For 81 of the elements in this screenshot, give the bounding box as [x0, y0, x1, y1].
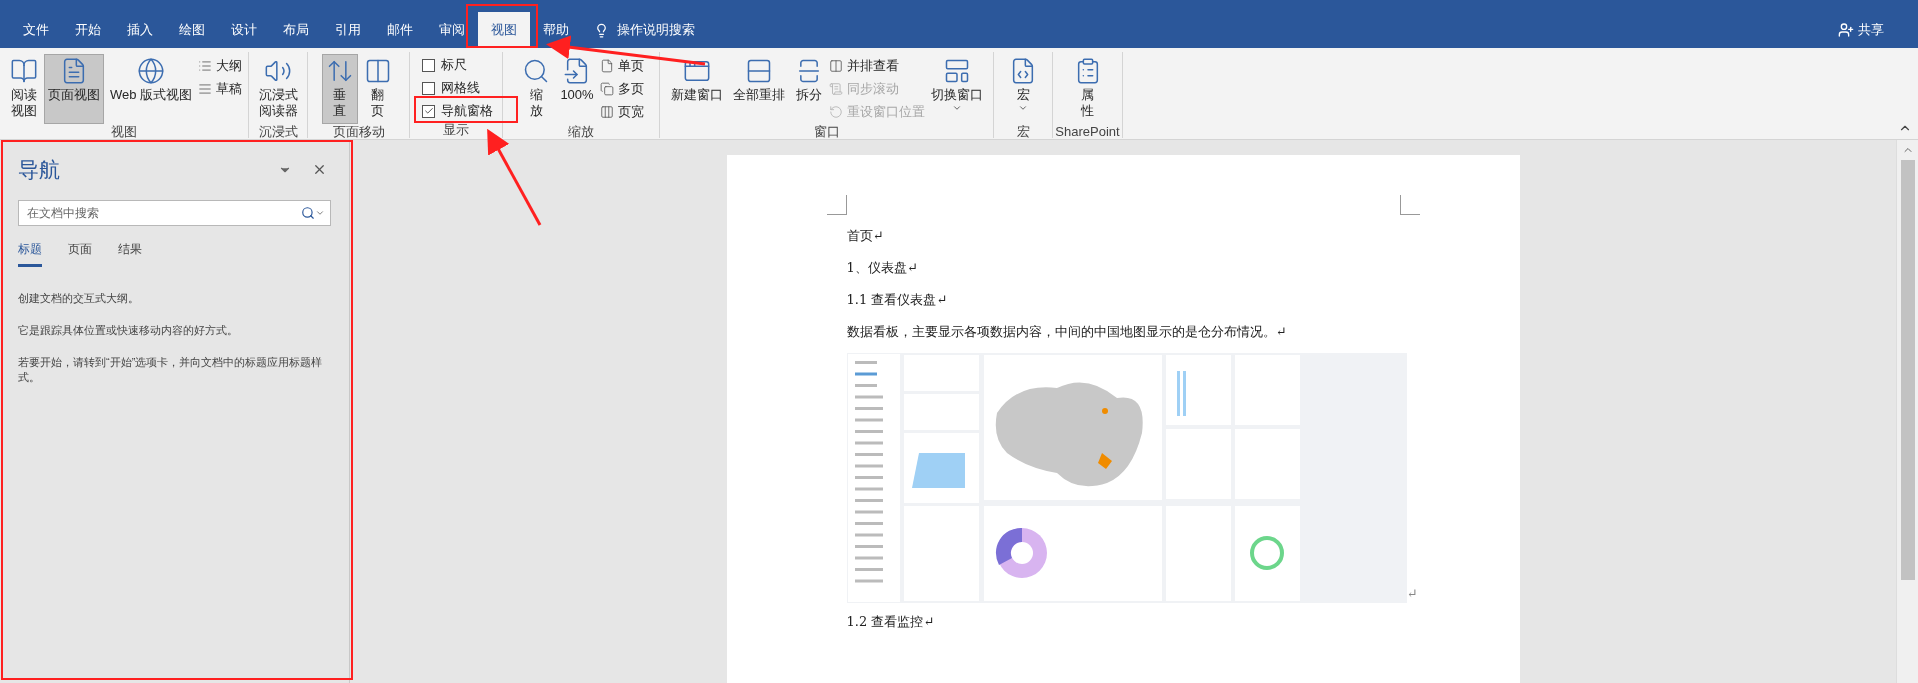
- ribbon-button[interactable]: 缩 放: [518, 54, 555, 124]
- lines-icon: [198, 81, 213, 96]
- help-text: 创建文档的交互式大纲。: [18, 290, 140, 306]
- columns-icon: [599, 104, 614, 119]
- ribbon-tab[interactable]: 设计: [218, 12, 270, 48]
- lightbulb-icon: [594, 22, 609, 38]
- reset-icon: [828, 104, 843, 119]
- margin-corner-mark: [826, 195, 847, 215]
- document-paragraph: 1、仪表盘↵: [846, 259, 919, 277]
- ribbon-button[interactable]: 属 性: [1069, 54, 1106, 124]
- help-text: 它是跟踪具体位置或快速移动内容的好方式。: [18, 322, 239, 338]
- group-label: 宏: [1015, 124, 1031, 140]
- paragraph-mark: ↵: [1406, 584, 1418, 603]
- ribbon-tab[interactable]: 视图: [478, 12, 530, 48]
- checkbox[interactable]: [422, 81, 435, 95]
- ribbon-button[interactable]: 宏: [1005, 54, 1041, 124]
- ribbon-button[interactable]: 切换窗口: [926, 54, 987, 124]
- ribbon-button[interactable]: 全部重排: [728, 54, 789, 124]
- ribbon-button[interactable]: 垂 直: [321, 54, 358, 124]
- pane-tab[interactable]: 页面: [68, 239, 92, 267]
- group-label: SharePoint: [1054, 124, 1121, 140]
- ribbon-tab[interactable]: 开始: [62, 12, 114, 48]
- ribbon-checkbox[interactable]: 导航窗格: [422, 101, 493, 121]
- ribbon-button[interactable]: 页面视图: [43, 54, 104, 124]
- group-label: 缩放: [567, 124, 595, 140]
- highlight-frame: [466, 4, 538, 48]
- search-icon[interactable]: [301, 205, 315, 220]
- ribbon-button[interactable]: Web 版式视图: [105, 54, 197, 124]
- pane-title: 导航: [18, 157, 60, 183]
- ribbon-small-button[interactable]: 并排查看: [828, 54, 925, 77]
- ribbon-button[interactable]: 100%: [556, 54, 598, 124]
- document-paragraph: 首页↵: [846, 227, 885, 245]
- ribbon-small-button[interactable]: 多页: [599, 77, 644, 100]
- margin-corner-mark: [1399, 195, 1420, 215]
- caret-icon: [1018, 103, 1028, 113]
- help-text: 若要开始，请转到“开始”选项卡，并向文档中的标题应用标题样式。: [18, 354, 324, 385]
- list-icon: [198, 58, 213, 73]
- page-icon: [599, 58, 614, 73]
- group-label: 沉浸式: [257, 124, 299, 140]
- pages-icon: [599, 81, 614, 96]
- ribbon-tab[interactable]: 邮件: [374, 12, 426, 48]
- checkmark-icon: [423, 106, 434, 116]
- ribbon-button[interactable]: 阅读 视图: [5, 54, 42, 124]
- ribbon-small-button[interactable]: 大纲: [198, 54, 243, 77]
- ribbon-button[interactable]: 拆分: [790, 54, 827, 124]
- group-label: 视图: [110, 124, 138, 140]
- group-label: 显示: [442, 122, 470, 138]
- document-paragraph: 1.2 查看监控↵: [846, 613, 936, 631]
- pane-tab[interactable]: 标题: [18, 239, 42, 267]
- ribbon-tab[interactable]: 引用: [322, 12, 374, 48]
- vertical-scrollbar[interactable]: [1896, 140, 1918, 683]
- pane-tab[interactable]: 结果: [118, 239, 142, 267]
- ribbon-tab[interactable]: 插入: [114, 12, 166, 48]
- group-label: 页面移动: [331, 124, 386, 140]
- search-field[interactable]: 在文档中搜索: [18, 199, 331, 226]
- ribbon-tab[interactable]: 帮助: [530, 12, 582, 48]
- ribbon-tab[interactable]: 绘图: [166, 12, 218, 48]
- ribbon-button[interactable]: 翻 页: [359, 54, 396, 124]
- ribbon-checkbox[interactable]: 网格线: [422, 78, 480, 98]
- globe-icon: [137, 57, 165, 85]
- ribbon-small-button[interactable]: 页宽: [599, 100, 644, 123]
- scroll-icon: [828, 81, 843, 96]
- document-paragraph: 1.1 查看仪表盘↵: [846, 291, 949, 309]
- tell-me-search[interactable]: 操作说明搜索: [582, 12, 707, 48]
- ribbon-checkbox[interactable]: 标尺: [422, 55, 467, 75]
- ribbon-button[interactable]: 沉浸式 阅读器: [254, 54, 302, 124]
- group-label: 窗口: [812, 124, 841, 140]
- checkbox[interactable]: [422, 58, 435, 72]
- share-button[interactable]: 共享: [1822, 12, 1900, 48]
- document-paragraph: 数据看板，主要显示各项数据内容，中间的中国地图显示的是仓分布情况。↵: [846, 323, 1288, 341]
- user-plus-icon: [1838, 22, 1854, 38]
- ribbon-tab[interactable]: 审阅: [426, 12, 478, 48]
- caret-icon: [951, 103, 962, 113]
- ribbon-tab[interactable]: 文件: [10, 12, 62, 48]
- columns-icon: [828, 58, 843, 73]
- ribbon-small-button[interactable]: 单页: [599, 54, 644, 77]
- ribbon-button[interactable]: 新建窗口: [666, 54, 727, 124]
- ribbon-small-button[interactable]: 草稿: [198, 77, 243, 100]
- checkbox[interactable]: [422, 104, 435, 118]
- ribbon-tab[interactable]: 布局: [270, 12, 322, 48]
- book-icon: [9, 57, 38, 85]
